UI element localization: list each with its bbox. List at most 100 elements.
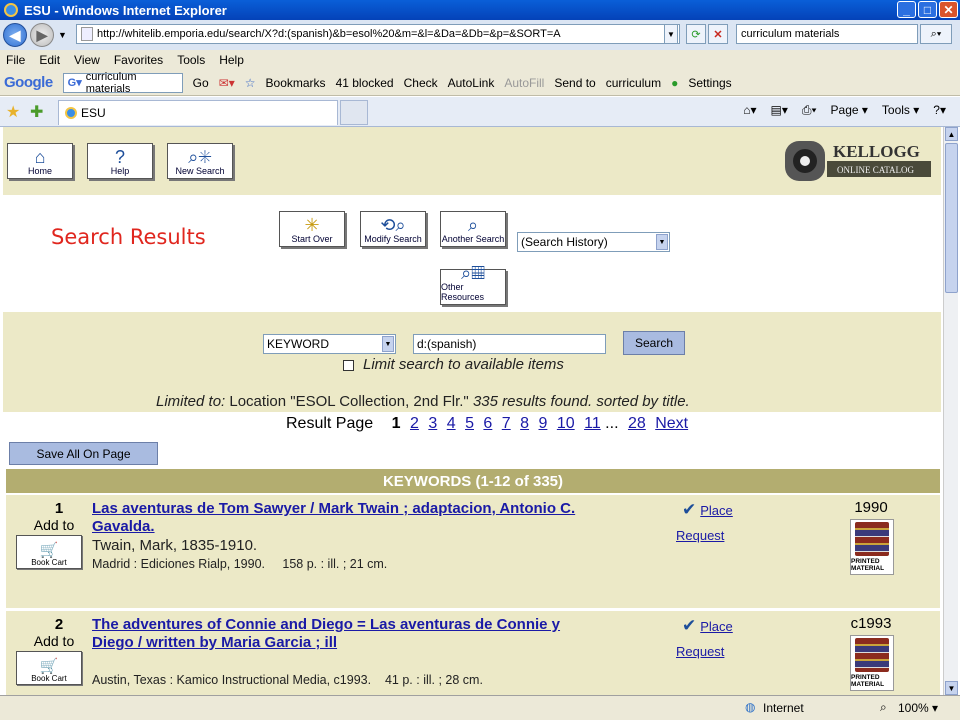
place-label[interactable]: Place (700, 503, 733, 518)
start-over-button[interactable]: ✳ Start Over (279, 211, 345, 247)
current-page: 1 (391, 415, 401, 432)
place-request-link[interactable]: ✔ Place (682, 616, 733, 636)
book-cart-label: Book Cart (31, 558, 67, 567)
close-button[interactable]: ✕ (939, 1, 958, 18)
page-menu[interactable]: Page ▾ (831, 103, 868, 118)
next-page-link[interactable]: Next (655, 415, 688, 432)
autofill-button[interactable]: AutoFill (504, 76, 544, 90)
spell-check-button[interactable]: Check (404, 76, 438, 90)
forward-button[interactable]: ▶ (30, 23, 54, 47)
magnifier-sparkle-icon: ⌕✳ (188, 147, 212, 167)
live-search-value: curriculum materials (741, 28, 840, 40)
search-button[interactable]: Search (623, 331, 685, 355)
menu-favorites[interactable]: Favorites (114, 53, 163, 67)
new-tab-button[interactable] (340, 100, 368, 125)
page-link-5[interactable]: 5 (465, 415, 474, 432)
help-button[interactable]: ? Help (87, 143, 153, 179)
highlight-button[interactable]: curriculum (606, 76, 661, 90)
page-link-9[interactable]: 9 (539, 415, 548, 432)
autolink-button[interactable]: AutoLink (448, 76, 495, 90)
add-to-label: Add to (33, 517, 75, 533)
address-dropdown-icon[interactable]: ▼ (664, 24, 678, 44)
place-label[interactable]: Place (700, 619, 733, 634)
google-search-input[interactable]: G▾ curriculum materials (62, 70, 183, 95)
menu-edit[interactable]: Edit (39, 53, 60, 67)
popup-blocked-button[interactable]: 41 blocked (336, 76, 394, 90)
checkmark-icon: ✔ (682, 500, 697, 519)
search-icon[interactable]: ⌕▾ (920, 24, 952, 44)
place-request-link[interactable]: ✔ Place (682, 500, 733, 520)
address-row: ◀ ▶ ▼ http://whitelib.emporia.edu/search… (0, 20, 960, 50)
menu-view[interactable]: View (74, 53, 100, 67)
save-all-button[interactable]: Save All On Page (9, 442, 158, 465)
search-query-input[interactable]: d:(spanish) (413, 334, 606, 354)
book-cart-button[interactable]: 🛒 Book Cart (16, 651, 82, 685)
menu-tools[interactable]: Tools (177, 53, 205, 67)
record-title-link[interactable]: The adventures of Connie and Diego = Las… (92, 616, 582, 652)
page-link-3[interactable]: 3 (428, 415, 437, 432)
mail-icon[interactable]: ✉▾ (219, 76, 235, 90)
vertical-scrollbar[interactable]: ▲ ▼ (943, 127, 958, 695)
page-link-6[interactable]: 6 (483, 415, 492, 432)
modify-search-button[interactable]: ⟲⌕ Modify Search (360, 211, 426, 247)
zoom-icon: ⌕ (880, 700, 887, 714)
start-over-label: Start Over (291, 234, 333, 244)
minimize-button[interactable]: _ (897, 1, 916, 18)
address-bar[interactable]: http://whitelib.emporia.edu/search/X?d:(… (76, 24, 680, 44)
refresh-icon[interactable]: ⟳ (686, 24, 706, 44)
tools-menu[interactable]: Tools ▾ (882, 103, 919, 118)
limited-to-text: Limited to: Location "ESOL Collection, 2… (156, 393, 690, 410)
stop-icon[interactable]: ✕ (708, 24, 728, 44)
tab-esu[interactable]: ESU (58, 100, 338, 125)
google-go-button[interactable]: Go (193, 76, 209, 90)
zoom-level[interactable]: 100% ▾ (898, 701, 938, 715)
bookmarks-button[interactable]: Bookmarks (266, 76, 326, 90)
scroll-up-icon[interactable]: ▲ (945, 127, 958, 141)
maximize-button[interactable]: □ (918, 1, 937, 18)
feeds-icon[interactable]: ▤▾ (771, 103, 788, 118)
other-resources-button[interactable]: ⌕▦ Other Resources (440, 264, 506, 305)
tab-row: ★ ✚ ESU ⌂▾ ▤▾ ⎙▾ Page ▾ Tools ▾ ?▾ (0, 97, 960, 127)
menu-help[interactable]: Help (219, 53, 244, 67)
settings-icon: ● (671, 75, 679, 90)
page-link-10[interactable]: 10 (557, 415, 575, 432)
add-favorites-icon[interactable]: ✚ (30, 102, 43, 122)
live-search-input[interactable]: curriculum materials (736, 24, 918, 44)
help-icon[interactable]: ?▾ (933, 103, 946, 118)
record-title-link[interactable]: Las aventuras de Tom Sawyer / Mark Twain… (92, 500, 582, 536)
back-button[interactable]: ◀ (3, 23, 27, 47)
search-type-select[interactable]: KEYWORD ▼ (263, 334, 396, 354)
home-icon[interactable]: ⌂▾ (743, 103, 756, 118)
google-logo: Google (4, 74, 53, 91)
limited-location: Location "ESOL Collection, 2nd Flr." (229, 393, 469, 410)
google-query: curriculum materials (85, 70, 137, 95)
home-button[interactable]: ⌂ Home (7, 143, 73, 179)
send-to-button[interactable]: Send to (554, 76, 595, 90)
book-cart-button[interactable]: 🛒 Book Cart (16, 535, 82, 569)
star-bookmark-icon[interactable]: ☆ (245, 76, 256, 90)
page-link-8[interactable]: 8 (520, 415, 529, 432)
scroll-thumb[interactable] (945, 143, 958, 293)
page-link-2[interactable]: 2 (410, 415, 419, 432)
menu-file[interactable]: File (6, 53, 25, 67)
page-link-7[interactable]: 7 (502, 415, 511, 432)
print-icon[interactable]: ⎙▾ (802, 103, 817, 118)
search-history-select[interactable]: (Search History) ▼ (517, 232, 670, 252)
record-year: c1993 (850, 615, 892, 632)
request-link[interactable]: Request (676, 644, 724, 659)
limit-checkbox[interactable] (343, 360, 354, 371)
book-stack-icon (855, 638, 889, 672)
another-search-button[interactable]: ⌕ Another Search (440, 211, 506, 247)
page-ellipsis: ... (605, 415, 619, 432)
scroll-down-icon[interactable]: ▼ (945, 681, 958, 695)
new-search-button[interactable]: ⌕✳ New Search (167, 143, 233, 179)
result-record: 2 Add to 🛒 Book Cart The adventures of C… (6, 610, 940, 695)
settings-button[interactable]: Settings (688, 76, 731, 90)
request-link[interactable]: Request (676, 528, 724, 543)
favorites-star-icon[interactable]: ★ (6, 102, 20, 122)
page-link-last[interactable]: 28 (628, 415, 646, 432)
page-link-4[interactable]: 4 (447, 415, 456, 432)
page-link-11[interactable]: 11 (584, 415, 601, 432)
history-dropdown-icon[interactable]: ▼ (58, 30, 67, 40)
tab-ie-icon (65, 107, 77, 119)
